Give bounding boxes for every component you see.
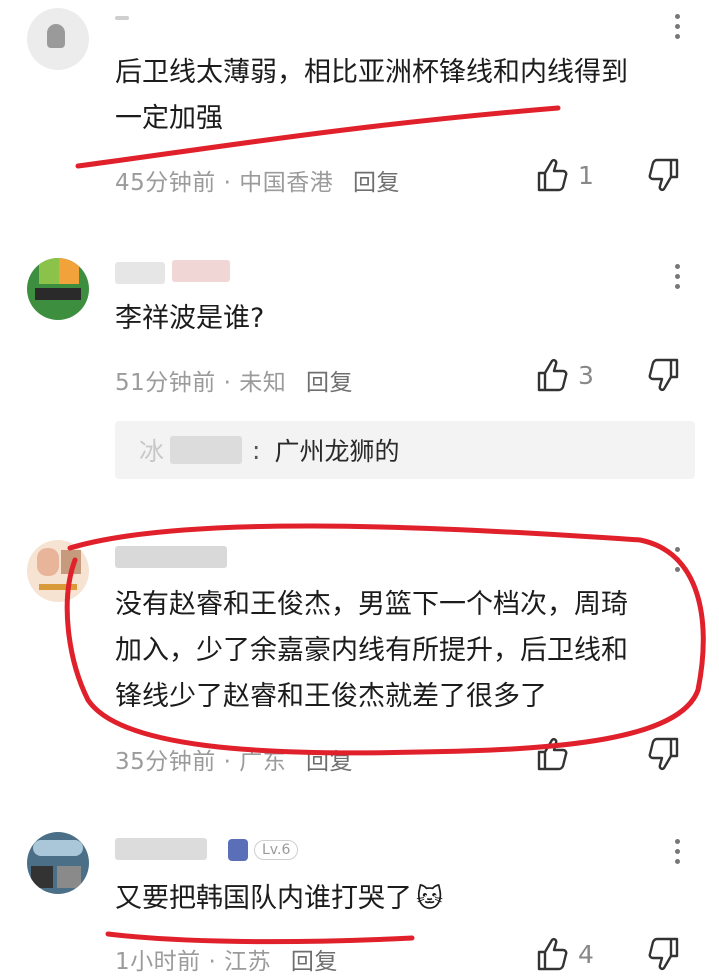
like-button[interactable]: 1 <box>536 158 594 192</box>
sub-reply-separator: : <box>252 435 261 465</box>
comment-location: 中国香港 <box>239 170 334 196</box>
comment-text: 李祥波是谁? <box>115 296 690 342</box>
thumbs-up-icon <box>537 738 568 771</box>
dislike-button[interactable] <box>648 358 682 396</box>
comment-location: 未知 <box>239 370 287 396</box>
comment-time: 35分钟前 <box>115 749 216 775</box>
meta-separator: · <box>208 949 217 975</box>
user-level: Lv.6 <box>254 840 299 860</box>
avatar[interactable] <box>27 8 89 70</box>
meta-separator: · <box>223 749 232 775</box>
comment-time: 45分钟前 <box>115 170 216 196</box>
username-blurred[interactable] <box>115 262 165 284</box>
comment-line: 李祥波是谁? <box>115 303 265 334</box>
username-blurred[interactable] <box>115 838 207 860</box>
username-blurred[interactable] <box>115 16 129 20</box>
reply-button[interactable]: 回复 <box>306 370 353 396</box>
dislike-button[interactable] <box>648 737 682 775</box>
meta-separator: · <box>223 170 232 196</box>
more-icon[interactable] <box>670 14 684 39</box>
reply-button[interactable]: 回复 <box>291 949 338 975</box>
avatar[interactable] <box>27 832 89 894</box>
reply-button[interactable]: 回复 <box>306 749 353 775</box>
dislike-button[interactable] <box>648 937 682 975</box>
thumbs-down-icon <box>648 937 679 970</box>
comment-text: 又要把韩国队内谁打哭了 🐱 <box>115 876 690 922</box>
reply-button[interactable]: 回复 <box>353 170 400 196</box>
more-icon[interactable] <box>670 547 684 572</box>
thumbs-up-icon <box>537 359 568 392</box>
comment-meta: 45分钟前 · 中国香港 回复 <box>115 163 400 197</box>
sub-reply-author-blurred <box>170 436 243 464</box>
username-blurred <box>172 260 230 282</box>
more-icon[interactable] <box>670 264 684 289</box>
thumbs-up-icon <box>537 938 568 971</box>
comment-text: 后卫线太薄弱，相比亚洲杯锋线和内线得到 一定加强 <box>115 50 690 142</box>
meta-separator: · <box>223 370 232 396</box>
comment-line: 没有赵睿和王俊杰，男篮下一个档次，周琦 <box>115 589 628 620</box>
comment-time: 1小时前 <box>115 949 201 975</box>
badge-icon <box>228 839 248 861</box>
comment-line: 加入，少了余嘉豪内线有所提升，后卫线和 <box>115 635 628 666</box>
comment-line-text: 又要把韩国队内谁打哭了 <box>115 883 412 914</box>
like-count: 1 <box>578 160 594 190</box>
thumbs-up-icon <box>537 159 568 192</box>
thumbs-down-icon <box>648 737 679 770</box>
like-count: 4 <box>578 939 594 969</box>
cat-emoji-icon: 🐱 <box>416 884 444 914</box>
level-badge: Lv.6 <box>228 836 299 864</box>
comment-text: 没有赵睿和王俊杰，男篮下一个档次，周琦 加入，少了余嘉豪内线有所提升，后卫线和 … <box>115 582 690 720</box>
comment-line: 又要把韩国队内谁打哭了 🐱 <box>115 876 690 922</box>
comment-meta: 35分钟前 · 广东 回复 <box>115 742 353 776</box>
like-button[interactable] <box>536 737 578 771</box>
username-blurred[interactable] <box>115 546 227 568</box>
like-button[interactable]: 4 <box>536 937 594 971</box>
underline-annotation <box>105 931 415 945</box>
sub-reply-author[interactable]: 冰 <box>139 432 164 468</box>
comment-meta: 51分钟前 · 未知 回复 <box>115 363 353 397</box>
like-count: 3 <box>578 360 594 390</box>
comment-time: 51分钟前 <box>115 370 216 396</box>
comment-location: 广东 <box>239 749 287 775</box>
comment-line: 锋线少了赵睿和王俊杰就差了很多了 <box>115 681 547 712</box>
thumbs-down-icon <box>648 358 679 391</box>
comment-line: 后卫线太薄弱，相比亚洲杯锋线和内线得到 <box>115 57 628 88</box>
avatar[interactable] <box>27 258 89 320</box>
like-button[interactable]: 3 <box>536 358 594 392</box>
more-icon[interactable] <box>670 839 684 864</box>
comment-meta: 1小时前 · 江苏 回复 <box>115 942 338 976</box>
annotation-overlay <box>64 105 706 945</box>
thumbs-down-icon <box>648 158 679 191</box>
sub-reply[interactable]: 冰 : 广州龙狮的 <box>115 421 695 479</box>
comment-location: 江苏 <box>224 949 272 975</box>
sub-reply-text: 广州龙狮的 <box>274 437 400 466</box>
comment-line: 一定加强 <box>115 103 223 134</box>
avatar[interactable] <box>27 540 89 602</box>
dislike-button[interactable] <box>648 158 682 196</box>
